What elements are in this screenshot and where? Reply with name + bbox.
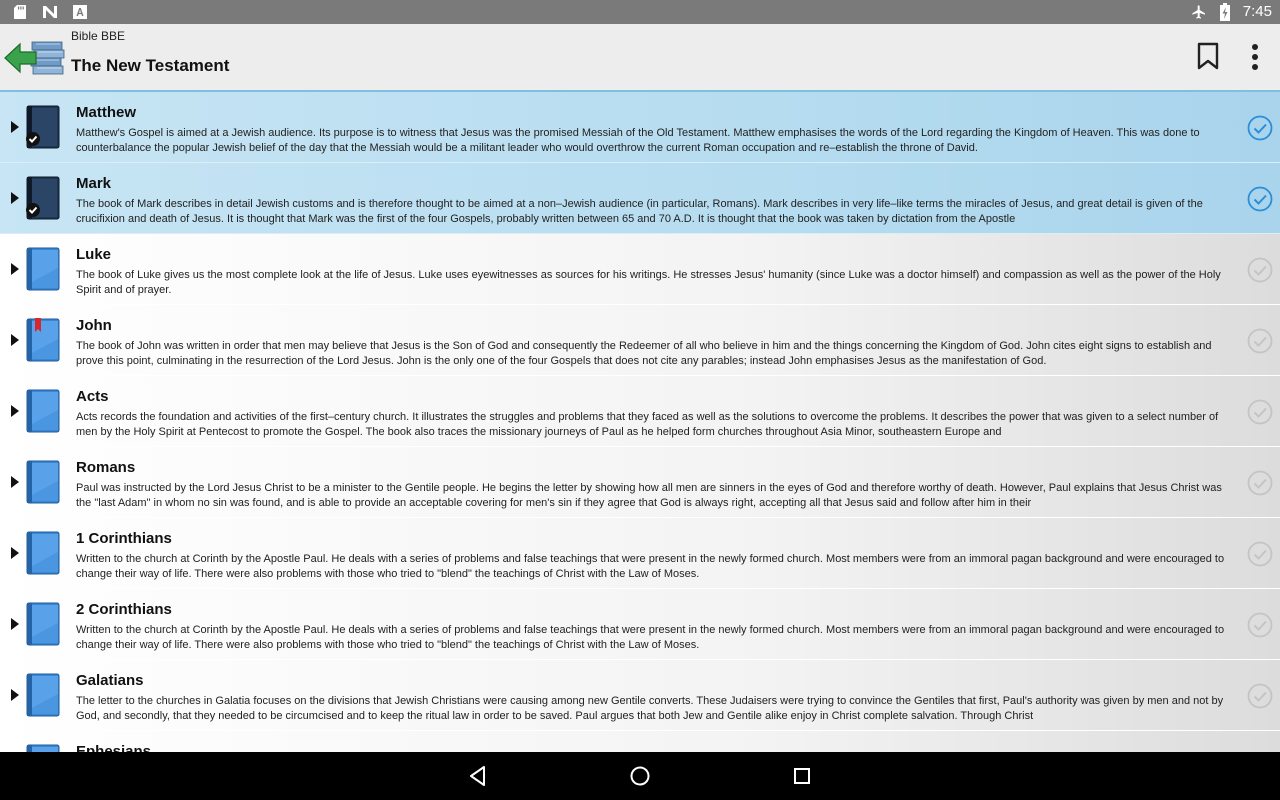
book-row-mark[interactable]: Mark The book of Mark describes in detail…: [0, 163, 1280, 234]
book-description: The book of Luke gives us the most compl…: [76, 269, 1221, 296]
sd-card-icon: [12, 4, 28, 20]
back-arrow-books-icon: [4, 41, 65, 75]
book-icon: [23, 602, 61, 646]
book-title: 2 Corinthians: [76, 601, 172, 618]
book-row-matthew[interactable]: Matthew Matthew's Gospel is aimed at a Je…: [0, 92, 1280, 163]
book-row-romans[interactable]: Romans Paul was instructed by the Lord Je…: [0, 447, 1280, 518]
read-check-icon[interactable]: [1246, 398, 1274, 426]
expand-arrow-icon[interactable]: [10, 120, 20, 133]
book-bookmarked-icon: [23, 318, 61, 362]
nav-recents-button[interactable]: [790, 764, 814, 788]
book-title: Luke: [76, 246, 112, 263]
book-title: Matthew: [76, 104, 136, 121]
book-icon: [23, 247, 61, 291]
book-icon: [23, 531, 61, 575]
read-check-active-icon[interactable]: [1246, 114, 1274, 142]
book-title: Mark: [76, 175, 112, 192]
book-read-icon: [23, 176, 61, 220]
app-toolbar: Bible BBE The New Testament: [0, 24, 1280, 92]
n-app-icon: [42, 4, 58, 20]
nav-back-button[interactable]: [466, 764, 490, 788]
expand-arrow-icon[interactable]: [10, 404, 20, 417]
home-icon: [630, 766, 650, 786]
read-check-icon[interactable]: [1246, 469, 1274, 497]
read-check-icon[interactable]: [1246, 327, 1274, 355]
book-row-john[interactable]: John The book of John was written in orde…: [0, 305, 1280, 376]
expand-arrow-icon[interactable]: [10, 191, 20, 204]
nav-home-button[interactable]: [628, 764, 652, 788]
expand-arrow-icon[interactable]: [10, 546, 20, 559]
book-icon: [23, 460, 61, 504]
expand-arrow-icon[interactable]: [10, 617, 20, 630]
book-row-acts[interactable]: Acts Acts records the foundation and acti…: [0, 376, 1280, 447]
bookmark-icon: [1197, 42, 1219, 70]
book-title: Acts: [76, 388, 109, 405]
overflow-menu-button[interactable]: [1244, 42, 1266, 72]
book-description: Written to the church at Corinth by the …: [76, 553, 1225, 580]
book-row-1-corinthians[interactable]: 1 Corinthians Written to the church at Co…: [0, 518, 1280, 589]
a-app-icon: [72, 4, 88, 20]
app-logo-back-button[interactable]: [4, 38, 66, 80]
app-name: Bible BBE: [71, 29, 126, 43]
expand-arrow-icon[interactable]: [10, 475, 20, 488]
book-description: The book of Mark describes in detail Jew…: [76, 198, 1203, 225]
expand-arrow-icon[interactable]: [10, 333, 20, 346]
read-check-icon[interactable]: [1246, 256, 1274, 284]
book-description: Written to the church at Corinth by the …: [76, 624, 1225, 651]
read-check-active-icon[interactable]: [1246, 185, 1274, 213]
book-title: John: [76, 317, 112, 334]
book-row-luke[interactable]: Luke The book of Luke gives us the most c…: [0, 234, 1280, 305]
recents-icon: [794, 768, 810, 784]
book-description: Matthew's Gospel is aimed at a Jewish au…: [76, 127, 1200, 154]
book-title: Romans: [76, 459, 136, 476]
book-icon: [23, 389, 61, 433]
bookmark-button[interactable]: [1196, 42, 1220, 70]
book-title: 1 Corinthians: [76, 530, 172, 547]
book-description: Acts records the foundation and activiti…: [76, 411, 1219, 438]
battery-charging-icon: [1217, 2, 1233, 21]
read-check-icon[interactable]: [1246, 611, 1274, 639]
book-row-galatians[interactable]: Galatians The letter to the churches in G…: [0, 660, 1280, 731]
book-title: Galatians: [76, 672, 144, 689]
back-icon: [470, 766, 485, 786]
expand-arrow-icon[interactable]: [10, 262, 20, 275]
status-time: 7:45: [1242, 3, 1272, 20]
status-bar: 7:45: [0, 0, 1280, 24]
page-title: The New Testament: [71, 56, 230, 75]
book-icon: [23, 744, 61, 752]
book-description: The letter to the churches in Galatia fo…: [76, 695, 1224, 722]
book-description: Paul was instructed by the Lord Jesus Ch…: [76, 482, 1222, 509]
book-description: The book of John was written in order th…: [76, 340, 1212, 367]
read-check-icon[interactable]: [1246, 682, 1274, 710]
book-title: Ephesians: [76, 743, 152, 752]
status-right-icons: 7:45: [1191, 2, 1272, 21]
expand-arrow-icon[interactable]: [10, 688, 20, 701]
navigation-bar: [0, 752, 1280, 800]
book-row-ephesians[interactable]: Ephesians: [0, 731, 1280, 752]
airplane-mode-icon: [1191, 4, 1207, 20]
more-vert-icon: [1252, 44, 1258, 70]
book-list[interactable]: Matthew Matthew's Gospel is aimed at a Je…: [0, 92, 1280, 752]
read-check-icon[interactable]: [1246, 540, 1274, 568]
book-row-2-corinthians[interactable]: 2 Corinthians Written to the church at Co…: [0, 589, 1280, 660]
status-left-icons: [12, 4, 88, 20]
book-read-icon: [23, 105, 61, 149]
book-icon: [23, 673, 61, 717]
